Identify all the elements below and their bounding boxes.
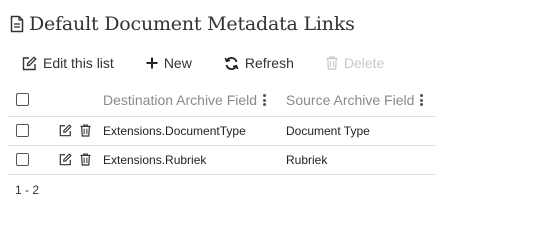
column-menu-icon[interactable] [420, 93, 424, 108]
new-button[interactable]: New [146, 55, 192, 71]
edit-icon[interactable] [59, 153, 72, 166]
table-row[interactable]: Extensions.Rubriek Rubriek [8, 146, 436, 175]
toolbar: Edit this list New Refresh Delete [22, 55, 384, 71]
column-header-label: Destination Archive Field [103, 92, 258, 108]
column-header-destination[interactable]: Destination Archive Field [103, 92, 267, 108]
page-title: Default Document Metadata Links [29, 13, 355, 35]
document-icon [10, 15, 24, 33]
source-field-cell: Rubriek [286, 153, 328, 167]
pager-range: 1 - 2 [15, 183, 40, 197]
refresh-icon [224, 56, 239, 71]
destination-field-cell: Extensions.Rubriek [103, 153, 207, 167]
table-row[interactable]: Extensions.DocumentType Document Type [8, 117, 436, 146]
refresh-button[interactable]: Refresh [224, 55, 294, 71]
delete-label: Delete [343, 55, 385, 71]
table-header-row: Destination Archive Field Source Archive… [8, 84, 436, 117]
new-label: New [163, 55, 192, 71]
select-all-checkbox[interactable] [16, 93, 29, 106]
edit-list-button[interactable]: Edit this list [22, 55, 114, 71]
edit-icon[interactable] [59, 124, 72, 137]
row-checkbox[interactable] [16, 153, 29, 166]
delete-button[interactable]: Delete [326, 55, 384, 71]
page-header: Default Document Metadata Links [10, 13, 355, 35]
refresh-label: Refresh [244, 55, 294, 71]
column-menu-icon[interactable] [263, 93, 267, 108]
column-header-label: Source Archive Field [286, 92, 415, 108]
row-checkbox[interactable] [16, 124, 29, 137]
edit-list-label: Edit this list [43, 55, 114, 71]
column-header-source[interactable]: Source Archive Field [286, 92, 424, 108]
metadata-links-table: Destination Archive Field Source Archive… [8, 84, 436, 175]
trash-icon[interactable] [80, 153, 91, 166]
plus-icon [146, 57, 158, 69]
edit-icon [22, 56, 37, 71]
destination-field-cell: Extensions.DocumentType [103, 124, 246, 138]
source-field-cell: Document Type [286, 124, 370, 138]
trash-icon[interactable] [80, 124, 91, 137]
trash-icon [326, 56, 338, 70]
